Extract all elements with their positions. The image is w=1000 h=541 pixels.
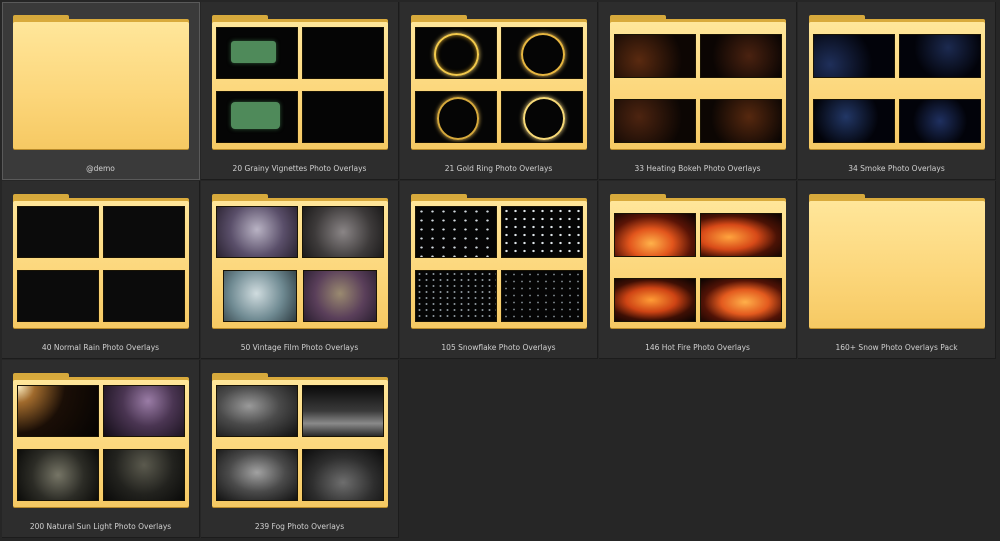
preview-thumbnail [614,212,697,258]
folder-grid: @demo 20 Grainy Vignettes Photo Overlays… [0,0,1000,541]
folder-icon [809,15,985,149]
folder-icon [411,15,587,149]
preview-thumbnail [216,90,299,143]
preview-thumbnail [699,98,782,143]
folder-item-snow-pack[interactable]: 160+ Snow Photo Overlays Pack [798,181,996,359]
folder-icon [212,15,388,149]
folder-item-natural-sun-light[interactable]: 200 Natural Sun Light Photo Overlays [2,360,200,538]
folder-label: 50 Vintage Film Photo Overlays [240,343,359,352]
preview-thumbnail [17,206,100,259]
folder-icon [809,194,985,328]
preview-thumbnail [301,27,384,80]
preview-thumbnail [301,206,384,259]
preview-thumbnail [216,385,299,438]
preview-thumbnail [614,98,697,143]
preview-thumbnail [102,206,185,259]
folder-item-grainy-vignettes[interactable]: 20 Grainy Vignettes Photo Overlays [201,2,399,180]
preview-thumbnail [614,277,697,322]
folder-preview-thumbnails [216,385,384,501]
preview-thumbnail [699,33,782,79]
folder-item-snowflake[interactable]: 105 Snowflake Photo Overlays [400,181,598,359]
preview-thumbnail [301,90,384,143]
folder-preview-thumbnails [216,27,384,143]
folder-preview-thumbnails [614,27,782,143]
preview-thumbnail [898,33,981,79]
folder-icon [411,194,587,328]
preview-thumbnail [216,206,299,259]
preview-thumbnail [102,448,185,501]
folder-item-fog[interactable]: 239 Fog Photo Overlays [201,360,399,538]
folder-icon [212,194,388,328]
preview-thumbnail [17,269,100,322]
folder-item-hot-fire[interactable]: 146 Hot Fire Photo Overlays [599,181,797,359]
folder-label: 239 Fog Photo Overlays [254,522,345,531]
folder-label: 200 Natural Sun Light Photo Overlays [29,522,172,531]
preview-thumbnail [500,27,583,80]
preview-thumbnail [415,90,498,143]
preview-thumbnail [415,206,498,259]
folder-label: 160+ Snow Photo Overlays Pack [835,343,958,352]
preview-thumbnail [102,385,185,438]
folder-preview-thumbnails [614,206,782,322]
folder-item-gold-ring[interactable]: 21 Gold Ring Photo Overlays [400,2,598,180]
folder-preview-thumbnails [216,206,384,322]
preview-thumbnail [301,385,384,438]
preview-thumbnail [216,448,299,501]
preview-thumbnail [500,90,583,143]
folder-icon [13,373,189,507]
preview-thumbnail [303,269,378,322]
folder-label: 40 Normal Rain Photo Overlays [41,343,160,352]
folder-preview-thumbnails [415,206,583,322]
folder-item-heating-bokeh[interactable]: 33 Heating Bokeh Photo Overlays [599,2,797,180]
folder-label: 20 Grainy Vignettes Photo Overlays [232,164,367,173]
folder-item-vintage-film[interactable]: 50 Vintage Film Photo Overlays [201,181,399,359]
folder-preview-thumbnails [813,27,981,143]
folder-icon [610,15,786,149]
preview-thumbnail [614,33,697,79]
folder-label: @demo [86,164,115,173]
preview-thumbnail [813,98,896,143]
folder-item-smoke[interactable]: 34 Smoke Photo Overlays [798,2,996,180]
folder-label: 33 Heating Bokeh Photo Overlays [634,164,761,173]
folder-preview-thumbnails [17,385,185,501]
preview-thumbnail [699,277,782,322]
preview-thumbnail [415,269,498,322]
folder-preview-thumbnails [415,27,583,143]
preview-thumbnail [17,385,100,438]
folder-item-normal-rain[interactable]: 40 Normal Rain Photo Overlays [2,181,200,359]
preview-thumbnail [17,448,100,501]
preview-thumbnail [500,206,583,259]
preview-thumbnail [102,269,185,322]
preview-thumbnail [813,33,896,79]
preview-thumbnail [699,212,782,258]
folder-icon [13,15,189,149]
folder-item-demo[interactable]: @demo [2,2,200,180]
preview-thumbnail [222,269,297,322]
folder-icon [13,194,189,328]
folder-preview-thumbnails [17,206,185,322]
folder-icon [610,194,786,328]
preview-thumbnail [415,27,498,80]
folder-label: 146 Hot Fire Photo Overlays [645,343,750,352]
preview-thumbnail [301,448,384,501]
folder-icon [212,373,388,507]
folder-label: 34 Smoke Photo Overlays [848,164,945,173]
folder-label: 105 Snowflake Photo Overlays [441,343,556,352]
folder-label: 21 Gold Ring Photo Overlays [444,164,553,173]
preview-thumbnail [898,98,981,143]
preview-thumbnail [500,269,583,322]
preview-thumbnail [216,27,299,80]
